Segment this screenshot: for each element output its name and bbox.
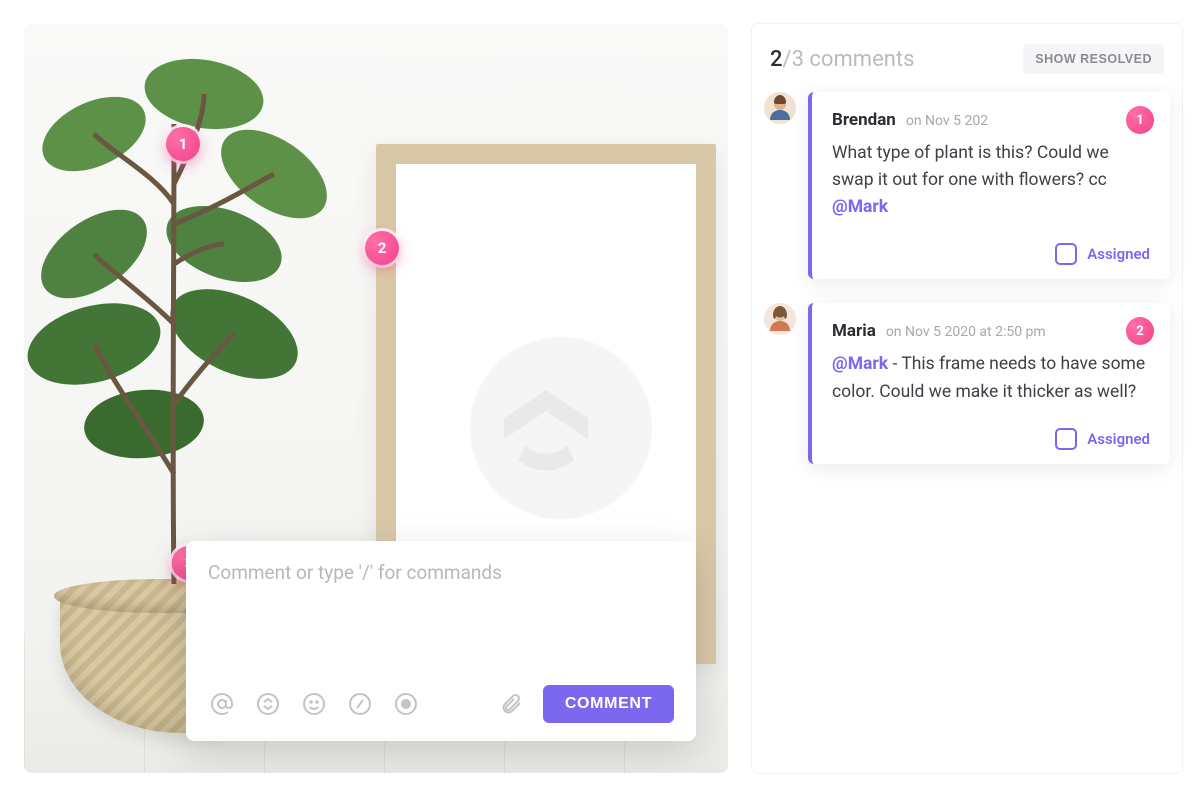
- comment-timestamp: on Nov 5 2020 at 2:50 pm: [886, 324, 1046, 340]
- record-icon[interactable]: [392, 690, 420, 718]
- comment-author: Brendan: [832, 110, 896, 130]
- comments-counter: 2/3 comments: [770, 47, 914, 72]
- proof-image-panel[interactable]: 1 2 3: [24, 24, 728, 773]
- annotation-pin-1[interactable]: 1: [166, 127, 200, 161]
- submit-comment-button[interactable]: COMMENT: [543, 685, 674, 723]
- mention-icon[interactable]: [208, 690, 236, 718]
- assigned-checkbox[interactable]: [1055, 243, 1077, 265]
- comment-body: @Mark - This frame needs to have some co…: [832, 351, 1150, 405]
- assigned-label: Assigned: [1087, 430, 1150, 448]
- comment-thread: Brendan on Nov 5 202 1 What type of plan…: [764, 92, 1170, 279]
- attachment-icon[interactable]: [497, 690, 525, 718]
- comment-author: Maria: [832, 321, 876, 341]
- comments-sidebar: 2/3 comments SHOW RESOLVED Brendan on No…: [752, 24, 1182, 773]
- comment-body: What type of plant is this? Could we swa…: [832, 140, 1150, 221]
- comments-active-count: 2: [770, 47, 783, 72]
- avatar: [764, 92, 796, 124]
- comment-pin-badge: 1: [1126, 106, 1154, 134]
- comment-card[interactable]: Brendan on Nov 5 202 1 What type of plan…: [808, 92, 1170, 279]
- annotation-pin-2[interactable]: 2: [365, 231, 399, 265]
- clickup-logo-watermark: [476, 341, 616, 481]
- comments-header: 2/3 comments SHOW RESOLVED: [764, 32, 1170, 92]
- annotation-pin-1-number: 1: [179, 135, 188, 153]
- comment-card[interactable]: Maria on Nov 5 2020 at 2:50 pm 2 @Mark -…: [808, 303, 1170, 463]
- composer-toolbar: COMMENT: [208, 685, 674, 723]
- comment-thread: Maria on Nov 5 2020 at 2:50 pm 2 @Mark -…: [764, 303, 1170, 463]
- comments-total-suffix: /3 comments: [783, 47, 915, 72]
- slash-command-icon[interactable]: [346, 690, 374, 718]
- comment-input[interactable]: [208, 561, 674, 673]
- mention[interactable]: @Mark: [832, 354, 888, 374]
- mention[interactable]: @Mark: [832, 197, 888, 217]
- emoji-icon[interactable]: [300, 690, 328, 718]
- assigned-label: Assigned: [1087, 245, 1150, 263]
- avatar: [764, 303, 796, 335]
- annotation-pin-2-number: 2: [378, 239, 387, 257]
- assigned-checkbox[interactable]: [1055, 428, 1077, 450]
- comment-timestamp: on Nov 5 202: [906, 113, 988, 129]
- comment-composer: COMMENT: [186, 541, 696, 741]
- emoji-assign-icon[interactable]: [254, 690, 282, 718]
- show-resolved-button[interactable]: SHOW RESOLVED: [1023, 44, 1164, 74]
